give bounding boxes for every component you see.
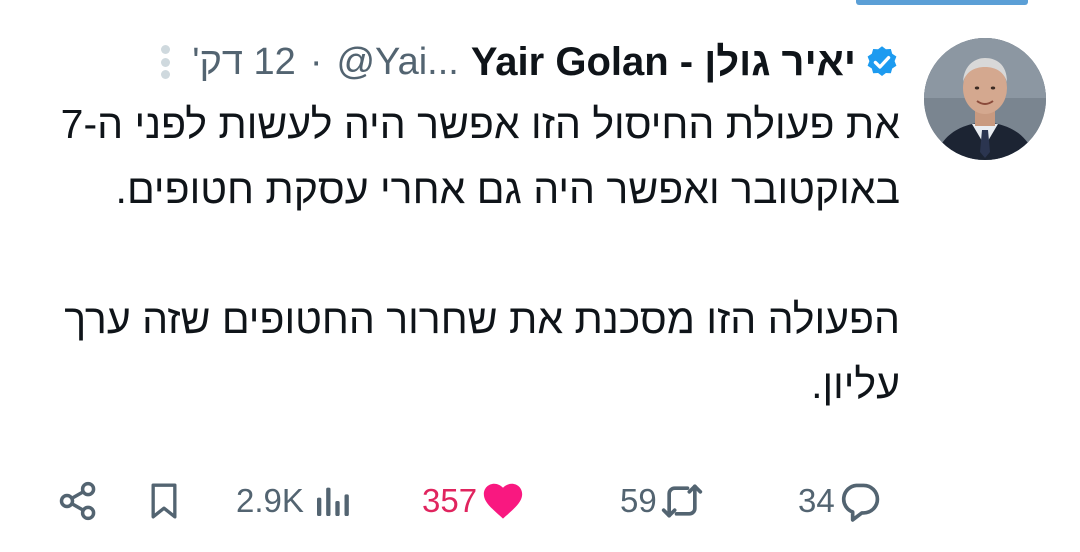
verified-badge-icon — [864, 44, 900, 80]
share-icon — [59, 481, 96, 521]
repost-icon — [661, 484, 702, 518]
scroll-indicator — [856, 0, 1028, 5]
tweet-paragraph: הפעולה הזו מסכנת את שחרור החטופים שזה ער… — [64, 296, 900, 407]
reply-icon — [841, 483, 879, 522]
author-display-name[interactable]: יאיר גולן - Yair Golan — [471, 40, 856, 85]
reply-button[interactable]: 34 — [798, 476, 883, 526]
avatar-photo — [924, 38, 1046, 160]
share-button[interactable] — [56, 476, 100, 526]
more-vertical-icon[interactable] — [160, 45, 170, 79]
replies-count: 34 — [798, 482, 835, 519]
like-button[interactable]: 357 — [422, 476, 527, 526]
reposts-count: 59 — [620, 482, 657, 519]
author-handle[interactable]: @Yai... — [336, 41, 458, 84]
bookmark-icon — [151, 483, 177, 519]
views-stat[interactable]: 2.9K — [236, 476, 352, 526]
views-bar-chart-icon — [316, 487, 349, 516]
bookmark-button[interactable] — [144, 476, 184, 526]
tweet-body: את פעולת החיסול הזו אפשר היה לעשות לפני … — [40, 92, 900, 417]
heart-filled-icon — [483, 483, 523, 519]
repost-button[interactable]: 59 — [620, 476, 705, 526]
tweet-timestamp[interactable]: 12 דק' — [192, 41, 296, 84]
tweet-paragraph: את פעולת החיסול הזו אפשר היה לעשות לפני … — [60, 101, 900, 212]
tweet-actions-bar: 2.9K 357 59 34 — [56, 476, 896, 526]
avatar[interactable] — [924, 38, 1046, 160]
likes-count: 357 — [422, 482, 478, 519]
separator-dot: · — [309, 40, 323, 83]
views-count: 2.9K — [236, 482, 304, 519]
tweet-header: יאיר גולן - Yair Golan @Yai... · 12 דק' — [40, 36, 900, 88]
